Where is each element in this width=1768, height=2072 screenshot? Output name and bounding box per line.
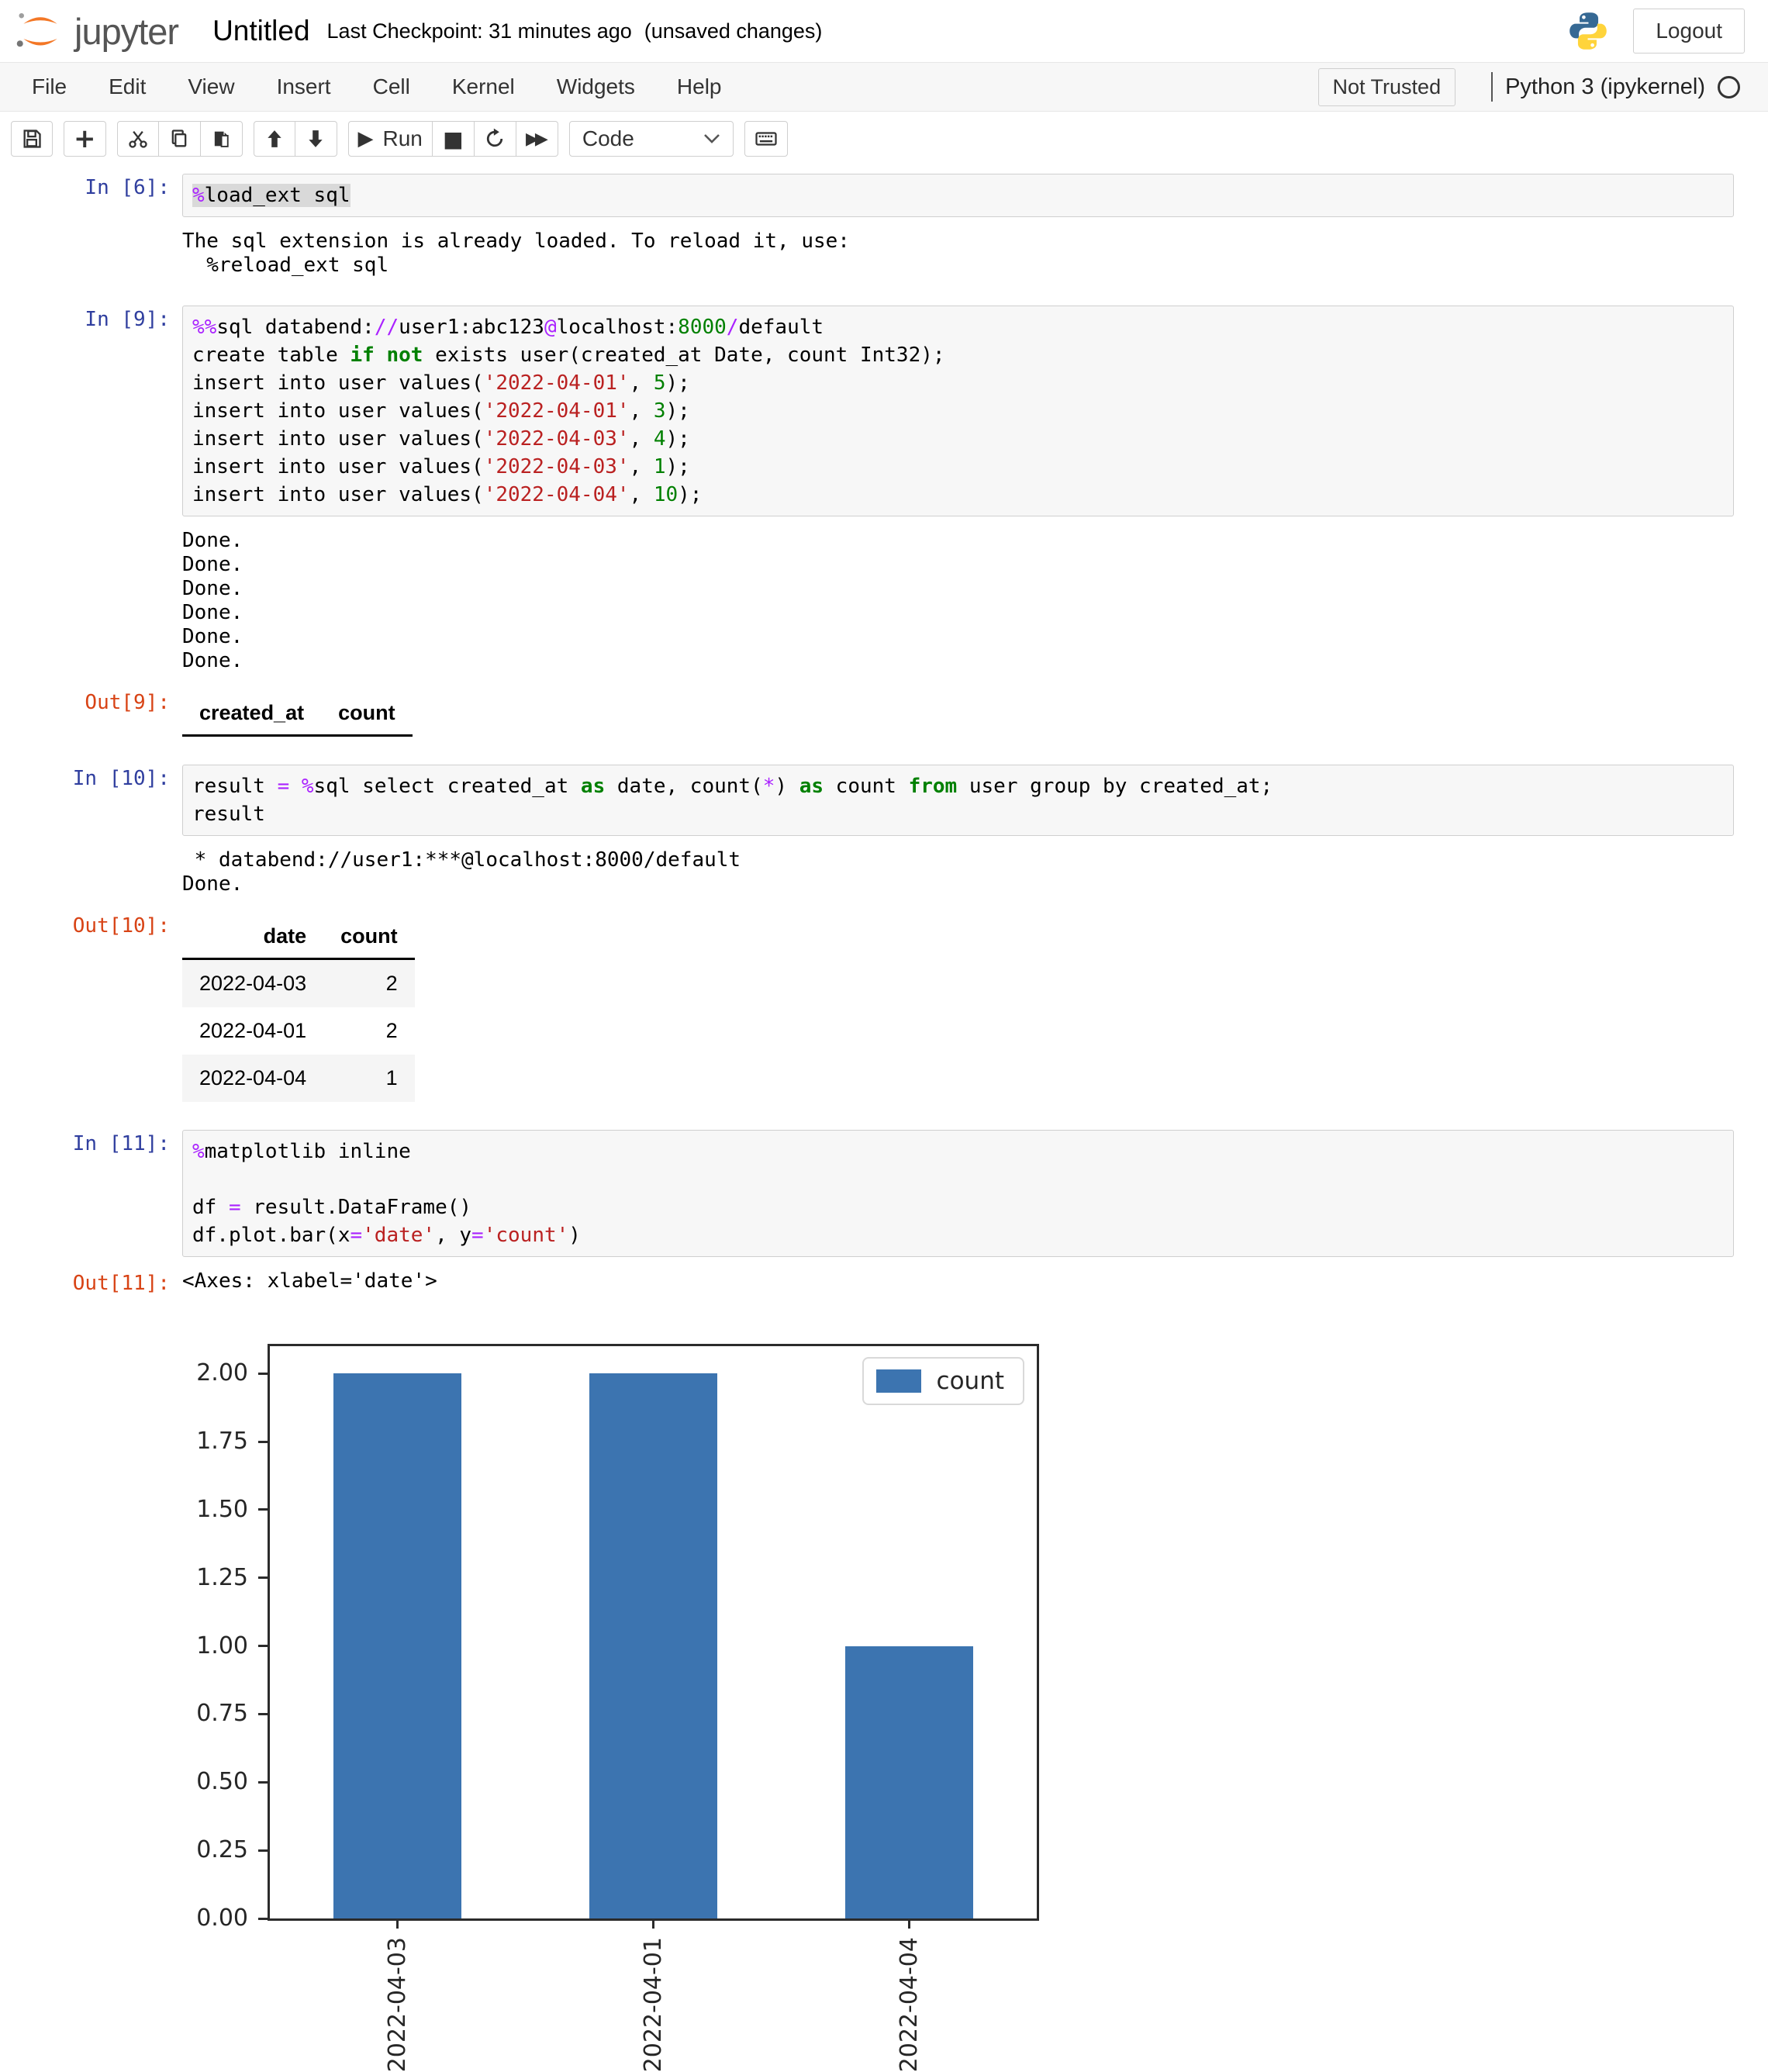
jupyter-logo-icon (14, 10, 67, 52)
run-label: Run (383, 126, 423, 151)
menu-help[interactable]: Help (656, 74, 743, 99)
x-tick-label: 2022-04-03 (382, 1937, 413, 2072)
menu-kernel[interactable]: Kernel (431, 74, 536, 99)
cut-cell-button[interactable] (117, 121, 159, 157)
checkpoint-status: Last Checkpoint: 31 minutes ago (327, 19, 632, 43)
result-table: datecount2022-04-0322022-04-0122022-04-0… (182, 912, 415, 1102)
keyboard-icon (755, 127, 778, 150)
y-tick-label: 1.50 (171, 1496, 248, 1523)
restart-run-all-button[interactable]: ▶▶ (516, 121, 558, 157)
arrow-down-icon (306, 129, 326, 149)
notebook-title[interactable]: Untitled (212, 15, 309, 47)
result-table: created_atcount (182, 689, 413, 737)
notebook-header: jupyter Untitled Last Checkpoint: 31 min… (0, 0, 1768, 62)
stream-output: * databend://user1:***@localhost:8000/de… (182, 848, 741, 896)
move-cell-down-button[interactable] (295, 121, 337, 157)
code-cell-6: In [6]: %load_ext sql The sql extension … (0, 174, 1768, 278)
paste-cell-button[interactable] (201, 121, 243, 157)
move-cell-up-button[interactable] (254, 121, 295, 157)
legend-swatch-count (876, 1369, 921, 1393)
input-prompt: In [6]: (0, 174, 182, 202)
code-cell-9: In [9]: %%sql databend://user1:abc123@lo… (0, 306, 1768, 737)
code-editor[interactable]: %load_ext sql (182, 174, 1734, 217)
jupyter-logo-text: jupyter (74, 10, 178, 53)
chart-legend: count (862, 1357, 1024, 1405)
kernel-name: Python 3 (ipykernel) (1505, 74, 1705, 100)
x-tick-label: 2022-04-04 (893, 1937, 924, 2072)
y-tick-label: 0.50 (171, 1768, 248, 1795)
y-tick-label: 0.75 (171, 1700, 248, 1727)
menu-cell[interactable]: Cell (352, 74, 431, 99)
code-editor[interactable]: %%sql databend://user1:abc123@localhost:… (182, 306, 1734, 516)
bar-2022-04-04 (845, 1646, 973, 1918)
menu-file[interactable]: File (11, 74, 88, 99)
code-cell-10: In [10]: result = %sql select created_at… (0, 765, 1768, 1102)
legend-label: count (937, 1367, 1004, 1395)
restart-icon (484, 128, 506, 150)
run-icon: ▶ (358, 127, 374, 150)
run-cell-button[interactable]: ▶ Run (348, 121, 433, 157)
kernel-idle-indicator-icon (1718, 76, 1740, 98)
output-prompt: Out[9]: (0, 689, 182, 717)
bar-chart: count 0.000.250.500.751.001.251.501.752.… (268, 1344, 1082, 1974)
notebook-area: In [6]: %load_ext sql The sql extension … (0, 166, 1768, 1974)
code-editor[interactable]: result = %sql select created_at as date,… (182, 765, 1734, 836)
output-prompt: Out[10]: (0, 912, 182, 940)
add-cell-button[interactable]: + (64, 121, 106, 157)
cell-type-select[interactable]: Code (569, 121, 734, 157)
input-prompt: In [10]: (0, 765, 182, 793)
menu-insert[interactable]: Insert (256, 74, 352, 99)
input-prompt: In [9]: (0, 306, 182, 333)
chevron-down-icon (703, 133, 720, 144)
python-logo-icon (1566, 9, 1610, 53)
bar-2022-04-01 (589, 1373, 717, 1918)
save-icon (21, 128, 43, 150)
restart-kernel-button[interactable] (475, 121, 516, 157)
copy-cell-button[interactable] (159, 121, 201, 157)
stream-output: Done.Done.Done.Done.Done.Done. (182, 529, 243, 673)
trust-status-button[interactable]: Not Trusted (1318, 68, 1456, 106)
logout-button[interactable]: Logout (1633, 9, 1745, 54)
y-tick-label: 1.75 (171, 1428, 248, 1455)
menu-bar: File Edit View Insert Cell Kernel Widget… (0, 62, 1768, 112)
arrow-up-icon (264, 129, 285, 149)
input-prompt: In [11]: (0, 1130, 182, 1158)
kernel-divider (1491, 72, 1493, 102)
stop-icon: ■ (443, 126, 463, 152)
code-cell-11: In [11]: %matplotlib inline df = result.… (0, 1130, 1768, 1974)
plus-icon: + (74, 123, 96, 154)
menu-widgets[interactable]: Widgets (536, 74, 656, 99)
repr-output: <Axes: xlabel='date'> (182, 1269, 437, 1293)
unsaved-changes-status: (unsaved changes) (644, 19, 823, 43)
toolbar: + (0, 112, 1768, 166)
jupyter-logo[interactable]: jupyter (14, 10, 178, 53)
y-tick-label: 1.00 (171, 1632, 248, 1659)
y-tick-label: 0.00 (171, 1905, 248, 1932)
code-editor[interactable]: %matplotlib inline df = result.DataFrame… (182, 1130, 1734, 1257)
y-tick-label: 2.00 (171, 1359, 248, 1387)
y-tick-label: 0.25 (171, 1836, 248, 1863)
cell-type-value: Code (582, 126, 634, 151)
menu-view[interactable]: View (167, 74, 255, 99)
chart-axes: count 0.000.250.500.751.001.251.501.752.… (268, 1344, 1039, 1921)
copy-icon (168, 128, 190, 150)
x-tick-label: 2022-04-01 (638, 1937, 669, 2072)
save-button[interactable] (11, 121, 53, 157)
paste-icon (210, 128, 232, 150)
menu-edit[interactable]: Edit (88, 74, 167, 99)
output-prompt: Out[11]: (0, 1269, 182, 1297)
stream-output: The sql extension is already loaded. To … (182, 230, 850, 278)
fast-forward-icon: ▶▶ (526, 130, 548, 149)
interrupt-kernel-button[interactable]: ■ (433, 121, 475, 157)
cut-icon (127, 128, 149, 150)
command-palette-button[interactable] (744, 121, 788, 157)
y-tick-label: 1.25 (171, 1564, 248, 1591)
bar-2022-04-03 (333, 1373, 461, 1918)
